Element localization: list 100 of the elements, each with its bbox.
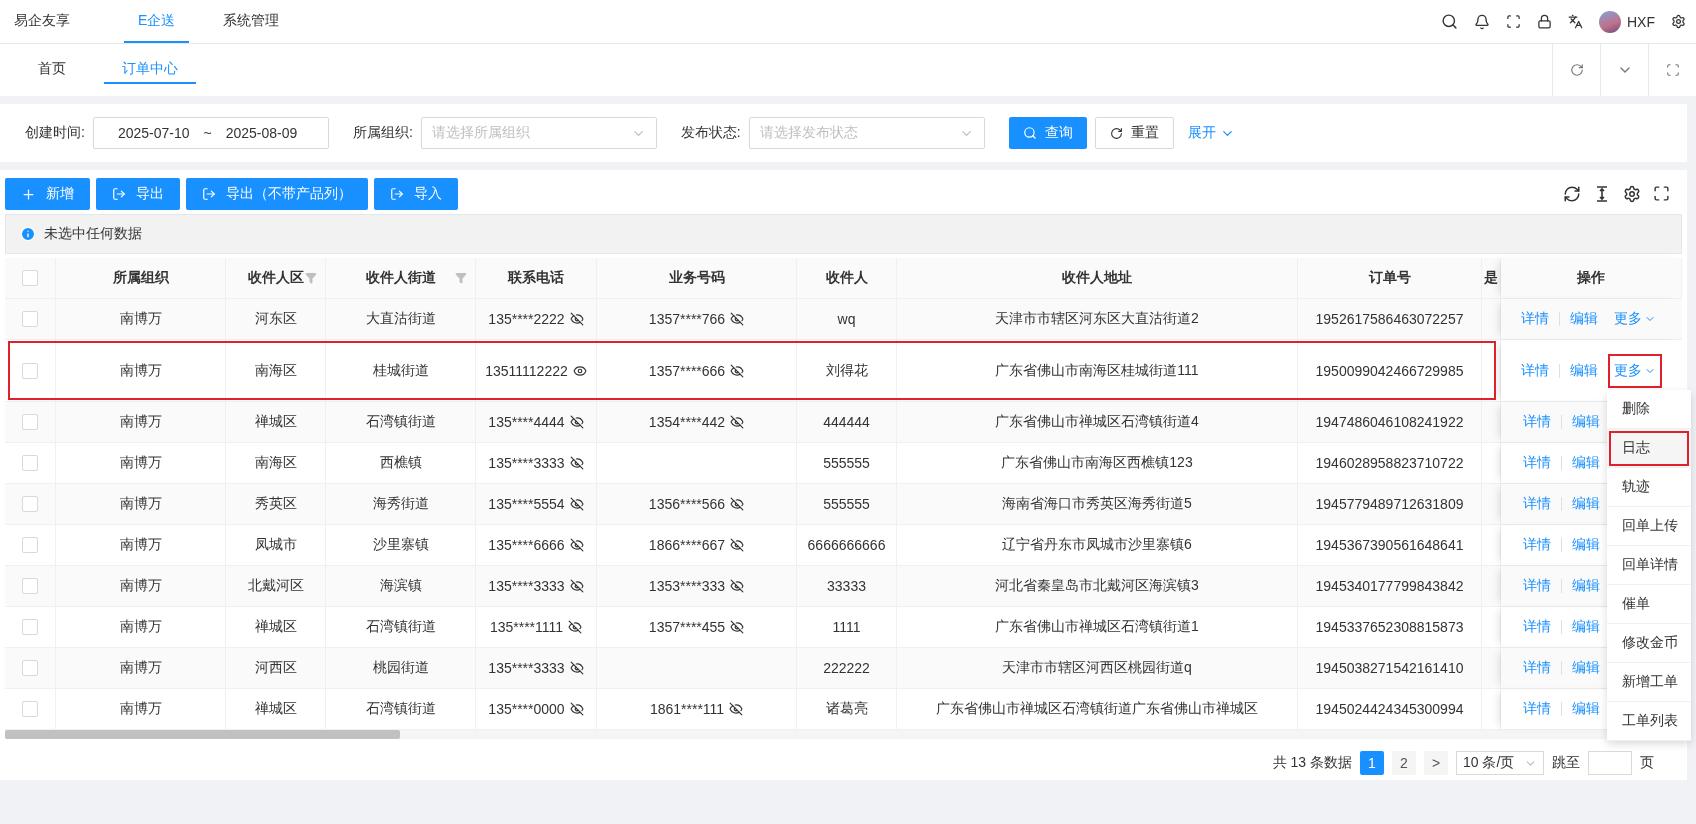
- action-link[interactable]: 编辑: [1572, 413, 1600, 431]
- table-cell: 沙里寨镇: [326, 525, 476, 565]
- action-link[interactable]: 编辑: [1572, 659, 1600, 677]
- page-tab[interactable]: 首页: [20, 44, 84, 84]
- action-link[interactable]: 详情: [1521, 310, 1549, 328]
- action-link[interactable]: 详情: [1523, 536, 1551, 554]
- action-link[interactable]: 编辑: [1570, 361, 1598, 380]
- menu-item[interactable]: 工单列表: [1607, 702, 1691, 741]
- eye-slash-icon[interactable]: [730, 579, 745, 593]
- menu-item[interactable]: 日志: [1607, 429, 1691, 468]
- select-field[interactable]: 请选择发布状态: [748, 117, 985, 149]
- eye-slash-icon[interactable]: [730, 312, 745, 326]
- eye-slash-icon[interactable]: [569, 661, 584, 675]
- search-icon[interactable]: [1441, 13, 1458, 30]
- lock-icon[interactable]: [1537, 14, 1552, 29]
- settings-icon[interactable]: [1671, 14, 1686, 29]
- menu-item[interactable]: 轨迹: [1607, 468, 1691, 507]
- eye-slash-icon[interactable]: [569, 312, 584, 326]
- checkbox[interactable]: [22, 660, 38, 676]
- action-link[interactable]: 详情: [1521, 361, 1549, 380]
- menu-item[interactable]: 新增工单: [1607, 663, 1691, 702]
- eye-slash-icon[interactable]: [569, 415, 584, 429]
- reload-icon[interactable]: [1563, 185, 1581, 203]
- eye-icon[interactable]: [572, 363, 587, 378]
- menu-item[interactable]: 回单详情: [1607, 546, 1691, 585]
- page-size-select[interactable]: 10 条/页: [1456, 751, 1544, 775]
- column-header: 业务号码: [597, 258, 797, 298]
- checkbox[interactable]: [22, 578, 38, 594]
- menu-item[interactable]: 修改金币: [1607, 624, 1691, 663]
- column-header: 收件人区: [226, 258, 326, 298]
- action-link[interactable]: 详情: [1523, 413, 1551, 431]
- checkbox[interactable]: [22, 414, 38, 430]
- business-number: 1357****766: [648, 311, 726, 327]
- toolbar-button[interactable]: 新增: [5, 178, 90, 210]
- reset-icon: [1109, 126, 1123, 140]
- eye-slash-icon[interactable]: [568, 620, 583, 634]
- eye-slash-icon[interactable]: [569, 497, 584, 511]
- date-range-field[interactable]: 2025-07-10 ~ 2025-08-09: [92, 117, 329, 149]
- bell-icon[interactable]: [1474, 13, 1490, 30]
- fullscreen-icon[interactable]: [1653, 185, 1670, 202]
- export-icon: [112, 187, 126, 201]
- page-button[interactable]: 2: [1392, 751, 1416, 775]
- eye-slash-icon[interactable]: [569, 702, 584, 716]
- scrollbar-thumb[interactable]: [5, 730, 400, 739]
- action-link[interactable]: 详情: [1523, 700, 1551, 718]
- settings-icon[interactable]: [1623, 185, 1641, 203]
- action-link[interactable]: 详情: [1523, 454, 1551, 472]
- eye-slash-icon[interactable]: [730, 538, 745, 552]
- page-tab[interactable]: 订单中心: [104, 44, 196, 84]
- action-link[interactable]: 详情: [1523, 577, 1551, 595]
- reset-button[interactable]: 重置: [1094, 117, 1174, 149]
- checkbox[interactable]: [22, 455, 38, 471]
- page-button[interactable]: 1: [1360, 751, 1384, 775]
- eye-slash-icon[interactable]: [569, 456, 584, 470]
- checkbox[interactable]: [22, 701, 38, 717]
- checkbox[interactable]: [22, 270, 38, 286]
- menu-item[interactable]: 删除: [1607, 390, 1691, 429]
- eye-slash-icon[interactable]: [730, 620, 745, 634]
- checkbox[interactable]: [22, 496, 38, 512]
- action-link[interactable]: 编辑: [1572, 618, 1600, 636]
- menu-item[interactable]: 回单上传: [1607, 507, 1691, 546]
- checkbox[interactable]: [22, 362, 38, 379]
- eye-slash-icon[interactable]: [569, 579, 584, 593]
- next-page-button[interactable]: >: [1424, 751, 1448, 775]
- select-field[interactable]: 请选择所属组织: [420, 117, 657, 149]
- action-link[interactable]: 编辑: [1570, 310, 1598, 328]
- avatar[interactable]: [1599, 10, 1621, 33]
- table-cell: 南博万: [56, 648, 226, 688]
- toolbar-button[interactable]: 导出: [96, 178, 180, 210]
- eye-slash-icon[interactable]: [569, 538, 584, 552]
- action-link[interactable]: 详情: [1523, 618, 1551, 636]
- more-link[interactable]: 更多: [1608, 353, 1662, 388]
- search-button[interactable]: 查询: [1008, 117, 1087, 149]
- eye-slash-icon[interactable]: [730, 415, 745, 429]
- action-link[interactable]: 编辑: [1572, 536, 1600, 554]
- action-link[interactable]: 详情: [1523, 659, 1551, 677]
- page-input[interactable]: [1588, 751, 1632, 775]
- checkbox[interactable]: [22, 619, 38, 635]
- action-link[interactable]: 编辑: [1572, 495, 1600, 513]
- eye-slash-icon[interactable]: [730, 497, 745, 511]
- phone-number: 135****2222: [488, 311, 565, 327]
- nav-tab[interactable]: 系统管理: [209, 0, 294, 43]
- user-name[interactable]: HXF: [1627, 13, 1655, 30]
- phone-number: 135****6666: [488, 537, 565, 553]
- action-link[interactable]: 编辑: [1572, 700, 1600, 718]
- toolbar-button[interactable]: 导出（不带产品列）: [186, 178, 368, 210]
- more-link[interactable]: 更多: [1608, 302, 1662, 336]
- toolbar-button[interactable]: 导入: [374, 178, 458, 210]
- menu-item[interactable]: 催单: [1607, 585, 1691, 624]
- eye-slash-icon[interactable]: [729, 702, 744, 716]
- checkbox[interactable]: [22, 537, 38, 553]
- nav-tab[interactable]: 易企友享: [0, 0, 84, 43]
- translate-icon[interactable]: [1568, 14, 1583, 29]
- checkbox[interactable]: [22, 311, 38, 327]
- eye-slash-icon[interactable]: [730, 363, 745, 378]
- expand-link[interactable]: 展开: [1187, 124, 1235, 142]
- action-link[interactable]: 编辑: [1572, 454, 1600, 472]
- fullscreen-icon[interactable]: [1506, 14, 1521, 29]
- action-link[interactable]: 详情: [1523, 495, 1551, 513]
- action-link[interactable]: 编辑: [1572, 577, 1600, 595]
